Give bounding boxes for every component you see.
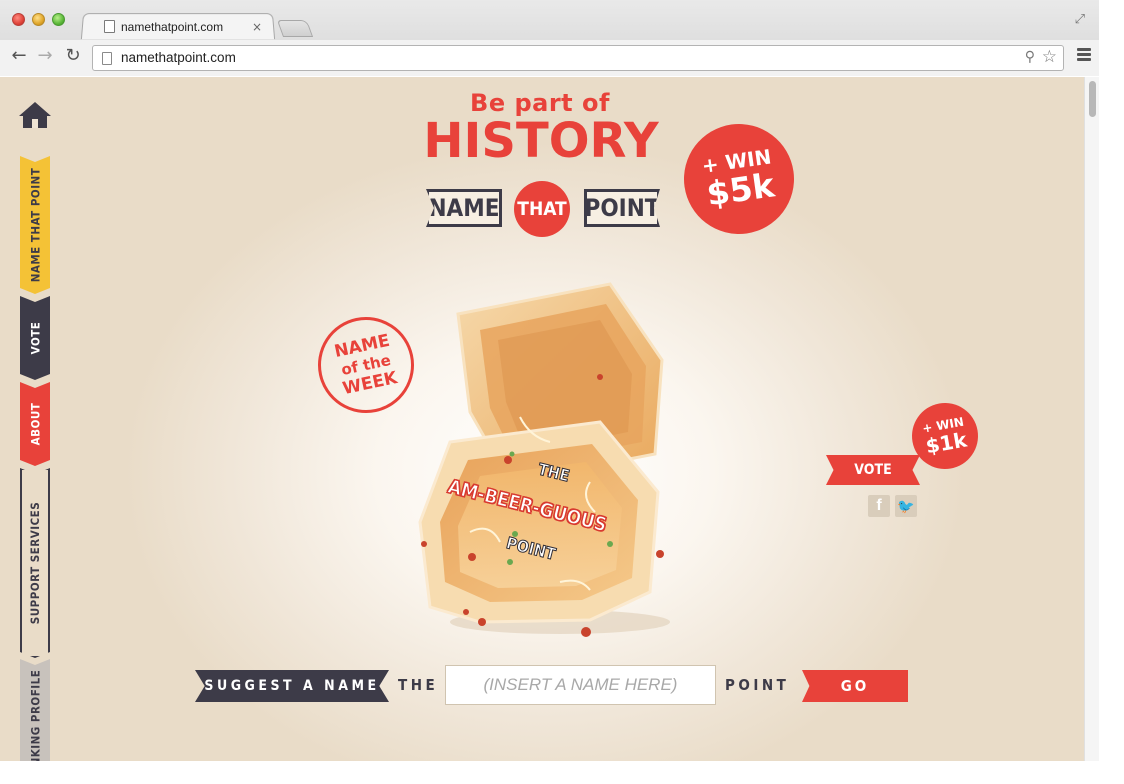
name-of-the-week-stamp: NAME of the WEEK	[309, 308, 423, 422]
suggest-a-name-label: SUGGEST A NAME	[195, 670, 389, 702]
desktop-background	[1099, 0, 1124, 784]
nav-label: VOTE	[28, 321, 43, 355]
search-icon[interactable]: ⚲	[1025, 49, 1035, 65]
nav-name-that-point[interactable]: NAME THAT POINT	[20, 156, 50, 294]
page-scrollbar[interactable]	[1084, 77, 1099, 761]
suggest-suffix-point: POINT	[725, 676, 790, 694]
nav-drinking-profile[interactable]: DRINKING PROFILE	[20, 659, 50, 761]
facebook-icon[interactable]: f	[868, 495, 890, 517]
browser-tab-content[interactable]: namethatpoint.com ×	[90, 14, 270, 39]
maximize-window-button[interactable]	[52, 13, 65, 26]
close-window-button[interactable]	[12, 13, 25, 26]
logo-point-ribbon: POINT	[584, 189, 660, 227]
twitter-icon[interactable]: 🐦	[895, 495, 917, 517]
browser-chrome: namethatpoint.com × ⤢ ← → ↻ namethatpoin…	[0, 0, 1099, 76]
minimize-window-button[interactable]	[32, 13, 45, 26]
go-button[interactable]: GO	[802, 670, 908, 702]
nav-support-services[interactable]: SUPPORT SERVICES	[20, 468, 50, 658]
point-name-suffix: POINT	[504, 533, 558, 565]
logo-that-circle: THAT	[514, 181, 570, 237]
win-5k-badge: + WIN $5k	[676, 116, 802, 242]
back-arrow-icon[interactable]: ←	[8, 45, 30, 66]
page-icon	[102, 52, 112, 65]
scrollbar-thumb[interactable]	[1089, 81, 1096, 117]
menu-icon[interactable]	[1077, 48, 1091, 63]
nav-label: SUPPORT SERVICES	[28, 501, 42, 625]
nav-about[interactable]: ABOUT	[20, 382, 50, 466]
logo-name-ribbon: NAME	[426, 189, 502, 227]
win-small-amount: $1k	[923, 427, 969, 458]
browser-toolbar: ← → ↻ namethatpoint.com ⚲ ☆	[0, 40, 1099, 76]
point-name-main: AM-BEER-GUOUS	[445, 475, 609, 537]
win-1k-badge: + WIN $1k	[906, 397, 984, 475]
home-icon[interactable]	[18, 101, 52, 129]
forward-arrow-icon[interactable]: →	[34, 45, 56, 66]
page-viewport: NAME THAT POINT VOTE ABOUT SUPPORT SERVI…	[0, 77, 1084, 761]
suggest-prefix-the: THE	[398, 676, 439, 694]
nav-label: ABOUT	[28, 402, 42, 446]
headline-history: HISTORY	[423, 113, 659, 169]
nav-vote[interactable]: VOTE	[20, 296, 50, 380]
page-icon	[104, 20, 115, 33]
fullscreen-icon[interactable]: ⤢	[1075, 12, 1085, 27]
window-bottom-area	[0, 761, 1099, 784]
featured-point-name: THE AM-BEER-GUOUS POINT	[438, 459, 648, 575]
new-tab-button[interactable]	[276, 20, 314, 37]
suggest-name-input[interactable]	[445, 665, 716, 705]
tab-close-icon[interactable]: ×	[252, 20, 262, 34]
url-text[interactable]: namethatpoint.com	[121, 50, 236, 65]
nav-label: DRINKING PROFILE	[28, 669, 43, 761]
vote-button[interactable]: VOTE	[826, 455, 920, 485]
reload-icon[interactable]: ↻	[62, 45, 84, 66]
bookmark-star-icon[interactable]: ☆	[1042, 47, 1057, 67]
name-that-point-logo[interactable]: NAME POINT THAT	[424, 179, 664, 237]
win-badge-amount: $5k	[704, 165, 777, 214]
address-bar[interactable]: namethatpoint.com ⚲ ☆	[92, 45, 1064, 71]
tab-title: namethatpoint.com	[121, 19, 224, 34]
nav-label: NAME THAT POINT	[28, 167, 42, 283]
